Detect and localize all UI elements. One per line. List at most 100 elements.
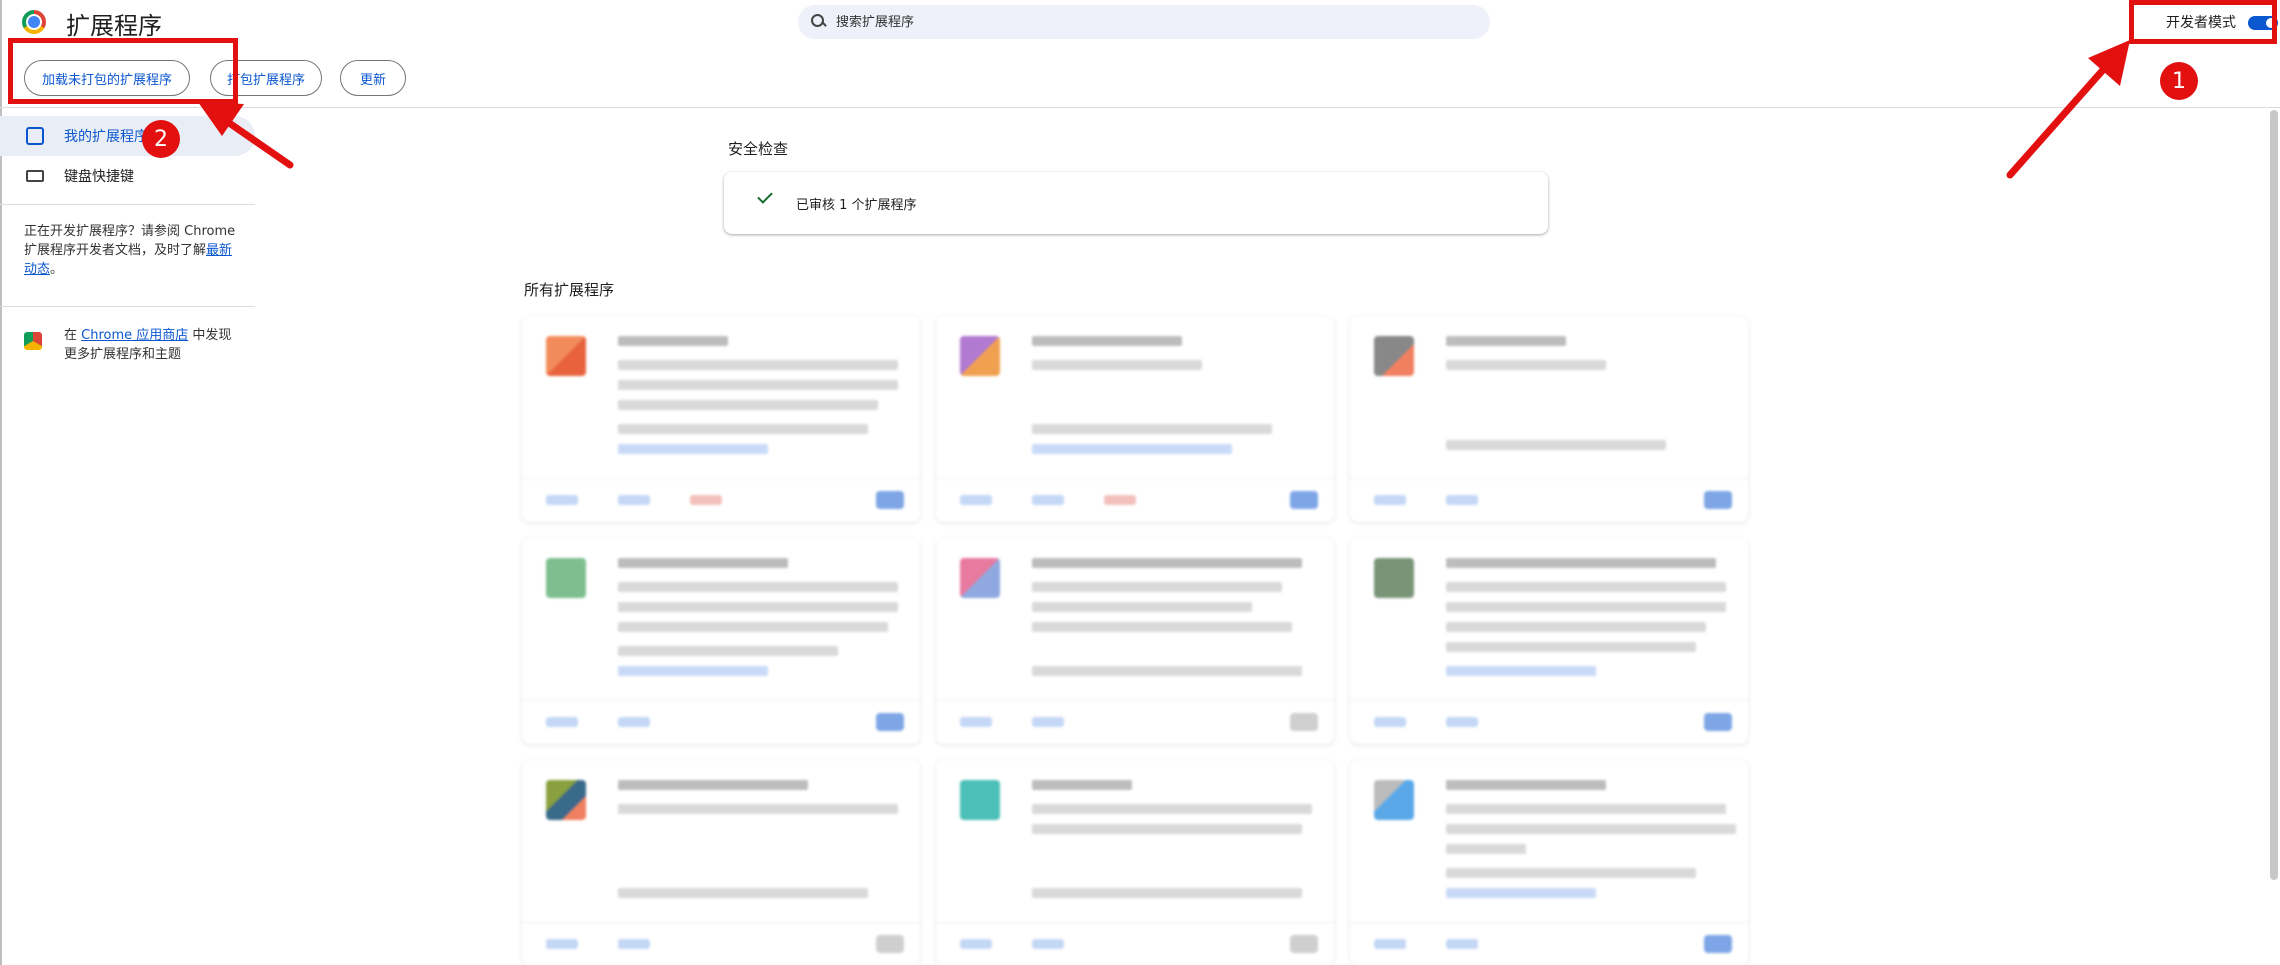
sidebar-item-label: 键盘快捷键 [64,169,134,185]
redacted-text [1446,888,1596,898]
safety-check-card[interactable]: 已审核 1 个扩展程序 [724,172,1548,234]
extension-card[interactable] [522,316,920,522]
remove-button[interactable] [1446,717,1478,727]
redacted-text [1446,360,1606,370]
page-scrollbar[interactable] [2270,110,2278,880]
details-button[interactable] [1374,495,1406,505]
extension-card[interactable] [522,538,920,744]
annotation-badge-2: 2 [142,120,180,158]
redacted-text [618,646,838,656]
redacted-text [1446,558,1716,568]
annotation-box-dev-mode [2129,0,2277,44]
safety-check-heading: 安全检查 [728,140,789,158]
page-title: 扩展程序 [66,12,162,40]
extension-toggle[interactable] [1704,713,1732,731]
extension-toggle[interactable] [876,713,904,731]
extensions-grid [522,316,1752,965]
annotation-box-load-unpacked [8,38,238,104]
extension-card[interactable] [522,760,920,965]
redacted-text [618,804,898,814]
card-footer [1350,700,1748,744]
details-button[interactable] [546,939,578,949]
extension-card[interactable] [1350,760,1748,965]
card-footer [522,700,920,744]
redacted-text [618,780,808,790]
details-button[interactable] [1374,939,1406,949]
remove-button[interactable] [1032,717,1064,727]
remove-button[interactable] [618,939,650,949]
remove-button[interactable] [1446,495,1478,505]
extension-toggle[interactable] [1290,713,1318,731]
extension-card[interactable] [936,538,1334,744]
sidebar-divider [0,306,255,307]
redacted-text [618,360,898,370]
redacted-text [618,558,788,568]
extension-toggle[interactable] [876,935,904,953]
web-store-link[interactable]: Chrome 应用商店 [81,328,188,343]
redacted-text [618,622,888,632]
redacted-text [618,888,868,898]
remove-button[interactable] [1032,495,1064,505]
errors-button[interactable] [1104,495,1136,505]
redacted-text [618,380,898,390]
safety-check-status: 已审核 1 个扩展程序 [796,198,917,213]
extension-card[interactable] [1350,538,1748,744]
redacted-text [1032,444,1232,454]
redacted-text [1032,360,1202,370]
search-input[interactable] [836,14,1436,30]
details-button[interactable] [960,717,992,727]
card-footer [936,478,1334,522]
details-button[interactable] [546,495,578,505]
extension-card[interactable] [936,316,1334,522]
extension-icon [546,558,586,598]
extension-icon [960,336,1000,376]
top-bar: 扩展程序 开发者模式 [0,0,2280,46]
redacted-text [1032,622,1292,632]
remove-button[interactable] [618,717,650,727]
web-store-icon [24,332,42,350]
redacted-text [1446,622,1706,632]
redacted-text [1446,824,1736,834]
redacted-text [1032,582,1282,592]
details-button[interactable] [546,717,578,727]
extension-icon [1374,780,1414,820]
checkmark-icon [757,188,773,204]
redacted-text [1032,602,1252,612]
extension-toggle[interactable] [1290,935,1318,953]
redacted-text [1446,666,1596,676]
redacted-text [618,444,768,454]
remove-button[interactable] [618,495,650,505]
extension-icon [1374,558,1414,598]
developer-docs-tail: 。 [50,262,64,277]
errors-button[interactable] [690,495,722,505]
extension-card[interactable] [936,760,1334,965]
remove-button[interactable] [1032,939,1064,949]
extension-icon [960,780,1000,820]
redacted-text [618,582,898,592]
extension-card[interactable] [1350,316,1748,522]
remove-button[interactable] [1446,939,1478,949]
sidebar-item-label: 我的扩展程序 [64,129,148,145]
redacted-text [618,336,728,346]
extension-toggle[interactable] [1704,935,1732,953]
sidebar-item-keyboard-shortcuts[interactable]: 键盘快捷键 [0,156,255,196]
redacted-text [1032,336,1182,346]
redacted-text [1032,558,1302,568]
details-button[interactable] [960,495,992,505]
extension-toggle[interactable] [1704,491,1732,509]
annotation-badge-1: 1 [2160,62,2198,100]
details-button[interactable] [1374,717,1406,727]
search-box[interactable] [798,5,1490,39]
extension-icon [546,780,586,820]
sidebar-item-my-extensions[interactable]: 我的扩展程序 [0,116,255,156]
extension-toggle[interactable] [876,491,904,509]
card-footer [522,478,920,522]
sidebar-divider [0,204,255,205]
details-button[interactable] [960,939,992,949]
chrome-logo-icon [22,10,46,34]
extension-toggle[interactable] [1290,491,1318,509]
redacted-text [1032,666,1302,676]
web-store-text: 在 Chrome 应用商店 中发现更多扩展程序和主题 [64,326,244,364]
update-button[interactable]: 更新 [340,60,406,96]
card-footer [936,922,1334,965]
